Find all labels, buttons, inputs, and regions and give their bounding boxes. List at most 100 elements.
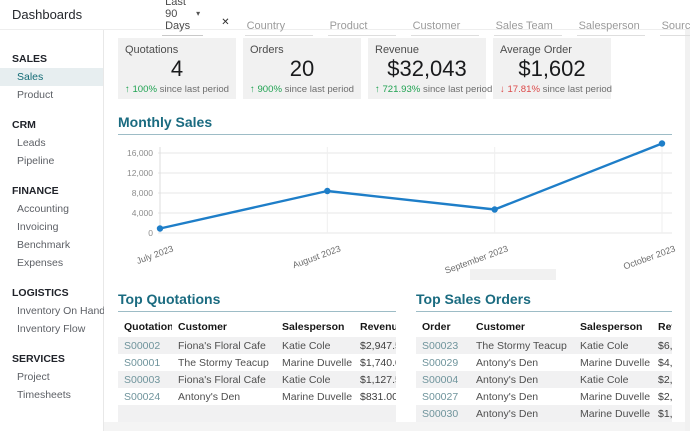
monthly-sales-chart: 04,0008,00012,00016,000July 2023August 2… [118,141,672,291]
chevron-down-icon: ▾ [196,9,200,18]
table-cell: $1,127.50 [354,371,396,388]
table-cell: Marine Duvelle [276,388,354,405]
next-section-placeholder [104,422,690,431]
column-header-order: Order [416,319,470,337]
table-cell: $2,947.50 [354,337,396,354]
filter-country[interactable]: Country [245,18,313,36]
kpi-title: Orders [250,44,354,56]
table-header-row: OrderCustomerSalespersonRevenue [416,319,672,337]
table-cell: $2,240.00 [652,371,672,388]
sidebar-item-inventory-on-hand[interactable]: Inventory On Hand [0,302,103,320]
kpi-title: Revenue [375,44,479,56]
kpi-delta-percent: 900% [255,84,285,95]
table-cell: Katie Cole [276,371,354,388]
sidebar-item-product[interactable]: Product [0,86,103,104]
record-link[interactable]: S00003 [118,371,172,388]
top-sales-orders-title: Top Sales Orders [416,291,672,312]
scrollbar[interactable] [685,30,690,431]
sidebar-item-inventory-flow[interactable]: Inventory Flow [0,320,103,338]
top-sales-orders-section: Top Sales Orders OrderCustomerSalesperso… [416,291,672,431]
table-cell [276,405,354,422]
filter-source[interactable]: Source [660,18,690,36]
sidebar-item-accounting[interactable]: Accounting [0,200,103,218]
filter-product[interactable]: Product [328,18,396,36]
kpi-value: 20 [250,57,354,81]
empty-row [118,405,396,422]
record-link[interactable]: S00002 [118,337,172,354]
kpi-title: Average Order [500,44,604,56]
svg-text:8,000: 8,000 [132,188,154,198]
table-cell: $2,175.00 [652,388,672,405]
kpi-delta-suffix: since last period [423,84,492,95]
sidebar-item-sales[interactable]: Sales [0,68,103,86]
table-row: S00024Antony's DenMarine Duvelle$831.00 [118,388,396,405]
kpi-value: $32,043 [375,57,479,81]
table-row: S00030Antony's DenMarine Duvelle$1,990.0… [416,405,672,422]
top-quotations-table: QuotationCustomerSalespersonRevenueS0000… [118,319,396,422]
table-cell: Antony's Den [470,388,574,405]
page-title: Dashboards [12,7,82,22]
table-cell: Katie Cole [574,371,652,388]
table-cell: $4,350.00 [652,354,672,371]
table-cell: The Stormy Teacup [470,337,574,354]
record-link[interactable]: S00023 [416,337,470,354]
kpi-cards: Quotations4↑ 100% since last periodOrder… [118,38,672,99]
table-cell: Marine Duvelle [276,354,354,371]
data-table: OrderCustomerSalespersonRevenueS00023The… [416,319,672,431]
table-cell: Antony's Den [470,354,574,371]
sidebar-item-expenses[interactable]: Expenses [0,254,103,272]
record-link[interactable]: S00001 [118,354,172,371]
sidebar-item-project[interactable]: Project [0,368,103,386]
record-link[interactable]: S00029 [416,354,470,371]
record-link[interactable]: S00030 [416,405,470,422]
table-cell: Marine Duvelle [574,405,652,422]
table-cell: Katie Cole [574,337,652,354]
table-cell [354,405,396,422]
main-content: Quotations4↑ 100% since last periodOrder… [104,30,690,431]
svg-text:16,000: 16,000 [127,148,153,158]
table-row: S00002Fiona's Floral CafeKatie Cole$2,94… [118,337,396,354]
record-link[interactable]: S00004 [416,371,470,388]
kpi-delta-suffix: since last period [285,84,354,95]
sidebar: SALESSalesProductCRMLeadsPipelineFINANCE… [0,30,104,431]
column-header-salesperson: Salesperson [276,319,354,337]
column-header-quotation: Quotation [118,319,172,337]
record-link[interactable]: S00024 [118,388,172,405]
sidebar-item-invoicing[interactable]: Invoicing [0,218,103,236]
top-sales-orders-table: OrderCustomerSalespersonRevenueS00023The… [416,319,672,431]
sidebar-section-services: SERVICES [0,350,103,368]
kpi-value: 4 [125,57,229,81]
table-cell [172,405,276,422]
sidebar-item-leads[interactable]: Leads [0,134,103,152]
svg-text:0: 0 [148,228,153,238]
x-axis-label: October 2023 [622,243,677,271]
record-link[interactable]: S00027 [416,388,470,405]
table-row: S00003Fiona's Floral CafeKatie Cole$1,12… [118,371,396,388]
top-quotations-title: Top Quotations [118,291,396,312]
date-range-filter[interactable]: Last 90 Days ▾ [162,0,203,36]
kpi-delta: ↑ 900% since last period [250,84,354,95]
sidebar-section-logistics: LOGISTICS [0,284,103,302]
close-icon[interactable]: ✕ [221,18,229,28]
table-cell: The Stormy Teacup [172,354,276,371]
sidebar-item-benchmark[interactable]: Benchmark [0,236,103,254]
svg-text:12,000: 12,000 [127,168,153,178]
sidebar-item-timesheets[interactable]: Timesheets [0,386,103,404]
filter-customer[interactable]: Customer [411,18,479,36]
column-header-customer: Customer [470,319,574,337]
sidebar-section-sales: SALES [0,50,103,68]
sidebar-item-pipeline[interactable]: Pipeline [0,152,103,170]
svg-text:4,000: 4,000 [132,208,154,218]
table-cell [118,405,172,422]
table-header-row: QuotationCustomerSalespersonRevenue [118,319,396,337]
filter-salesperson[interactable]: Salesperson [577,18,645,36]
filter-sales-team[interactable]: Sales Team [494,18,562,36]
kpi-card-revenue: Revenue$32,043↑ 721.93% since last perio… [368,38,486,99]
table-cell: Antony's Den [470,405,574,422]
table-cell: Katie Cole [276,337,354,354]
sidebar-section-finance: FINANCE [0,182,103,200]
top-quotations-section: Top Quotations QuotationCustomerSalesper… [118,291,396,431]
table-cell: Marine Duvelle [574,388,652,405]
x-axis-label: July 2023 [135,243,175,266]
table-row: S00004Antony's DenKatie Cole$2,240.00 [416,371,672,388]
